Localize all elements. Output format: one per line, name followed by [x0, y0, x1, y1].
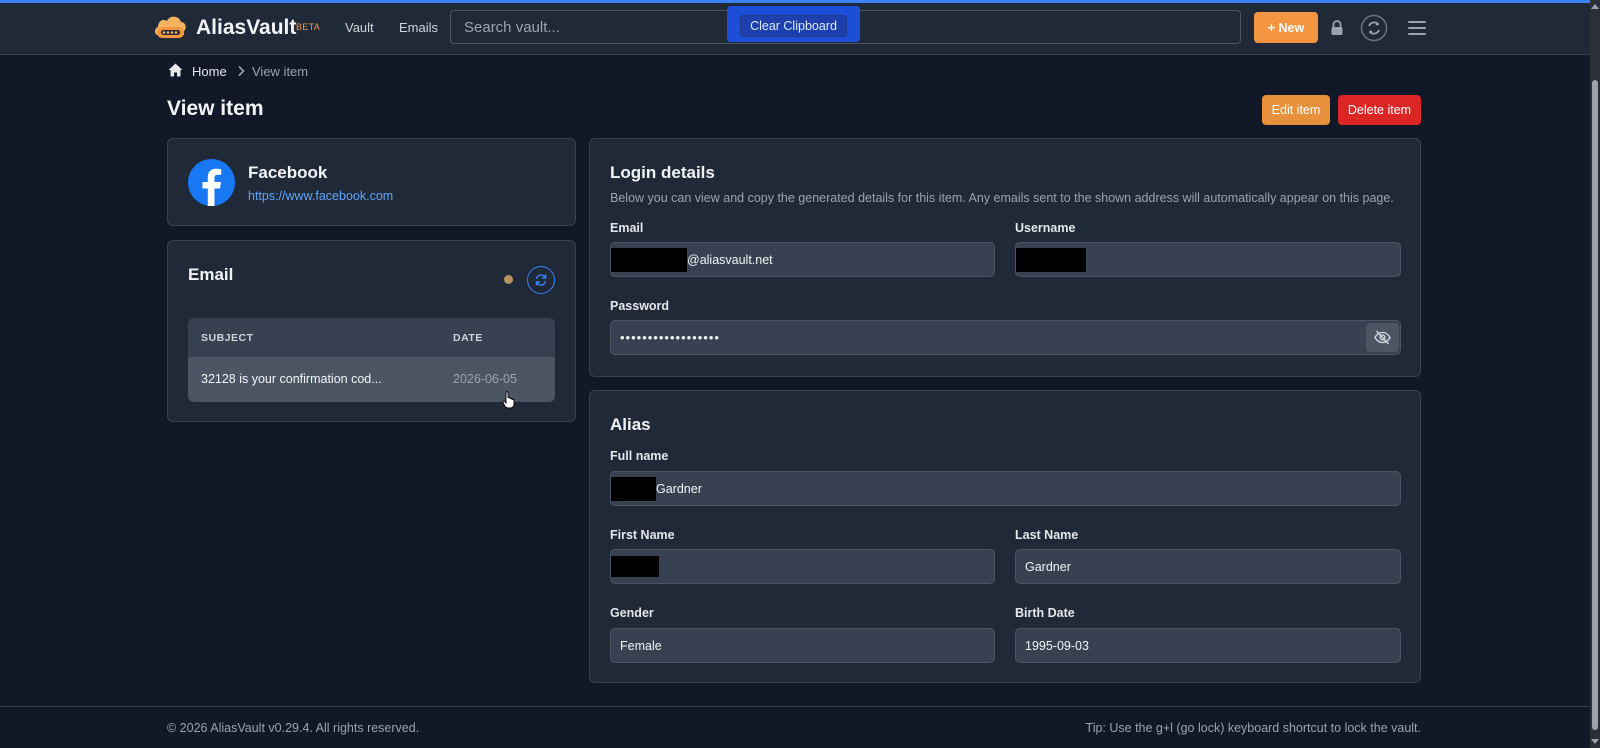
page-title: View item	[167, 97, 264, 120]
scroll-up-arrow-icon[interactable]	[1591, 4, 1599, 9]
sync-status-icon[interactable]	[1360, 14, 1388, 42]
password-label: Password	[610, 299, 670, 313]
service-url-link[interactable]: https://www.facebook.com	[248, 189, 393, 203]
redacted-block	[611, 247, 687, 272]
clear-clipboard-button[interactable]: Clear Clipboard	[740, 15, 847, 37]
breadcrumb-home[interactable]: Home	[192, 64, 227, 79]
redacted-block	[1016, 247, 1086, 272]
service-card: Facebook https://www.facebook.com	[167, 138, 576, 226]
edit-item-button[interactable]: Edit item	[1262, 95, 1330, 125]
email-table: SUBJECT DATE 32128 is your confirmation …	[188, 318, 555, 402]
delete-item-button[interactable]: Delete item	[1338, 95, 1421, 125]
full-name-suffix: Gardner	[656, 481, 702, 496]
redacted-block	[611, 476, 656, 501]
username-field[interactable]	[1015, 242, 1401, 277]
brand-name[interactable]: AliasVault	[196, 16, 296, 40]
full-name-label: Full name	[610, 449, 669, 463]
eye-off-icon	[1374, 330, 1391, 345]
scroll-thumb[interactable]	[1592, 80, 1598, 730]
header: AliasVault BETA Vault Emails Clear Clipb…	[0, 3, 1590, 55]
password-mask: ••••••••••••••••••	[620, 330, 720, 345]
aliasvault-logo-icon[interactable]	[153, 13, 187, 41]
home-icon[interactable]	[168, 63, 183, 77]
redacted-block	[611, 556, 659, 577]
email-date: 2026-06-05	[453, 372, 517, 386]
copyright-text: © 2026 AliasVault v0.29.4. All rights re…	[167, 721, 420, 735]
status-dot-icon	[504, 275, 513, 284]
nav-vault[interactable]: Vault	[345, 20, 374, 35]
table-row[interactable]: 32128 is your confirmation cod... 2026-0…	[188, 357, 555, 402]
refresh-icon	[535, 274, 547, 286]
keyboard-tip: Tip: Use the g+l (go lock) keyboard shor…	[1085, 721, 1421, 735]
full-name-field[interactable]: Gardner	[610, 471, 1401, 506]
page-scrollbar[interactable]	[1590, 0, 1600, 748]
login-details-title: Login details	[610, 163, 715, 182]
scroll-down-arrow-icon[interactable]	[1591, 739, 1599, 744]
last-name-field[interactable]: Gardner	[1015, 549, 1401, 584]
password-field[interactable]: ••••••••••••••••••	[610, 320, 1401, 355]
birth-date-field[interactable]: 1995-09-03	[1015, 628, 1401, 663]
email-table-header: SUBJECT DATE	[188, 318, 555, 357]
breadcrumb-current: View item	[252, 64, 309, 79]
alias-title: Alias	[610, 415, 651, 434]
clipboard-banner: Clear Clipboard	[727, 6, 860, 42]
email-field[interactable]: @aliasvault.net	[610, 242, 995, 277]
email-domain: @aliasvault.net	[687, 252, 773, 267]
footer: © 2026 AliasVault v0.29.4. All rights re…	[0, 706, 1590, 748]
alias-card: Alias Full name Gardner First Name Last …	[589, 390, 1421, 683]
first-name-field[interactable]	[610, 549, 995, 584]
email-card-title: Email	[188, 265, 234, 284]
menu-icon[interactable]	[1408, 20, 1426, 36]
gender-label: Gender	[610, 606, 654, 620]
email-label: Email	[610, 221, 644, 235]
beta-badge: BETA	[296, 22, 321, 32]
hand-cursor-icon	[502, 391, 515, 409]
column-header-date: DATE	[453, 332, 483, 344]
username-label: Username	[1015, 221, 1076, 235]
last-name-label: Last Name	[1015, 528, 1079, 542]
nav-emails[interactable]: Emails	[399, 20, 438, 35]
toggle-password-visibility-button[interactable]	[1366, 323, 1399, 352]
column-header-subject: SUBJECT	[201, 332, 254, 344]
login-details-card: Login details Below you can view and cop…	[589, 138, 1421, 377]
login-details-description: Below you can view and copy the generate…	[610, 191, 1394, 205]
refresh-emails-button[interactable]	[527, 266, 555, 294]
facebook-logo-icon	[188, 159, 235, 206]
email-subject: 32128 is your confirmation cod...	[201, 372, 382, 386]
birth-date-label: Birth Date	[1015, 606, 1075, 620]
chevron-right-icon	[238, 65, 245, 77]
lock-icon[interactable]	[1330, 20, 1344, 36]
service-name: Facebook	[248, 163, 328, 182]
gender-field[interactable]: Female	[610, 628, 995, 663]
first-name-label: First Name	[610, 528, 675, 542]
new-item-button[interactable]: + New	[1254, 12, 1318, 43]
